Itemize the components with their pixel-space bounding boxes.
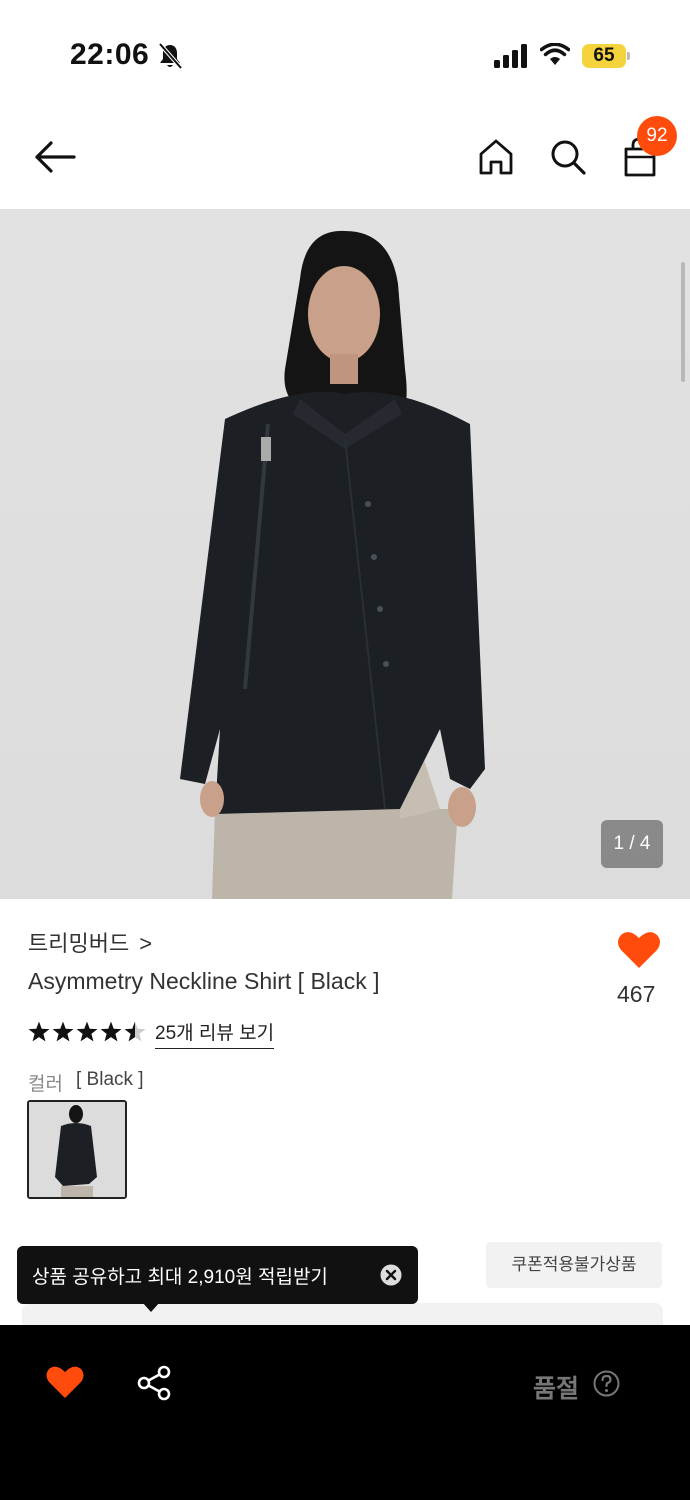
share-reward-text: 상품 공유하고 최대 2,910원 적립받기 [32,1267,328,1288]
search-icon[interactable] [550,139,586,175]
brand-name: 트리밍버드 [28,931,130,956]
scroll-indicator[interactable] [681,262,685,382]
star-icon [52,1021,74,1042]
color-label: 컬러 [28,1074,63,1095]
color-value: [ Black ] [76,1069,144,1090]
star-icon [124,1021,146,1042]
color-swatch-image [29,1102,125,1197]
product-photo-illustration [180,230,485,899]
back-arrow-icon[interactable] [34,140,76,174]
image-counter: 1 / 4 [601,820,663,868]
coupon-unavailable-badge: 쿠폰적용불가상품 [486,1242,662,1288]
battery-icon: 65 [582,44,630,68]
wifi-icon [540,43,570,65]
status-time: 22:06 [70,38,150,71]
star-icon [28,1021,50,1042]
brand-link[interactable]: 트리밍버드 > [28,926,152,958]
tooltip-arrow [142,1302,160,1312]
close-circle-icon[interactable] [380,1264,402,1286]
rating-stars [28,1021,146,1042]
chevron-right-icon: > [139,931,153,956]
bottom-action-bar: 품절 [0,1325,690,1500]
share-icon[interactable] [136,1365,172,1401]
cellular-signal-icon [494,44,527,68]
cart-count-badge[interactable]: 92 [637,116,677,156]
sold-out-label: 품절 [533,1375,580,1403]
battery-level: 65 [582,44,626,68]
bell-muted-icon [158,42,183,70]
color-swatch-black[interactable] [27,1100,127,1199]
product-image[interactable] [0,209,690,899]
wishlist-heart-icon[interactable] [46,1365,84,1399]
reviews-link[interactable]: 25개 리뷰 보기 [155,1018,275,1049]
product-title: Asymmetry Neckline Shirt [ Black ] [28,968,380,994]
like-count: 467 [617,981,656,1007]
share-reward-tooltip[interactable]: 상품 공유하고 최대 2,910원 적립받기 [17,1246,418,1304]
status-bar: 22:06 65 [0,0,690,110]
home-icon[interactable] [478,138,514,176]
top-navigation [0,110,690,210]
star-icon [100,1021,122,1042]
star-icon [76,1021,98,1042]
help-question-icon[interactable] [593,1370,620,1397]
heart-filled-icon[interactable] [617,930,661,970]
